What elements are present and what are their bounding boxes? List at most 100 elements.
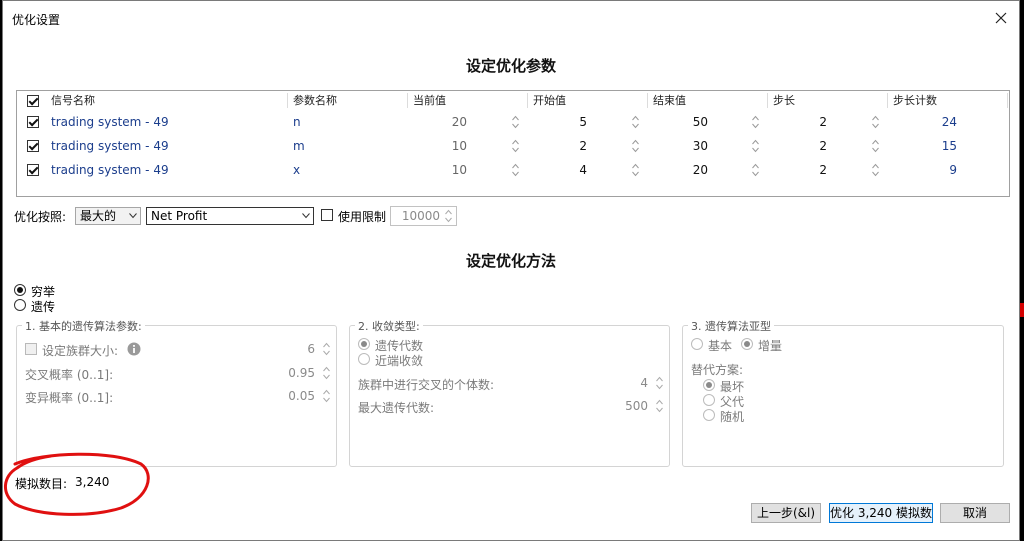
- end-spinner-icon[interactable]: [751, 138, 760, 154]
- convergence-generations-radio[interactable]: [358, 338, 370, 350]
- convergence-near-radio[interactable]: [358, 353, 370, 365]
- chevron-down-icon: [129, 213, 137, 219]
- start-value[interactable]: 2: [533, 138, 587, 154]
- signal-name: trading system - 49: [51, 115, 169, 129]
- red-annotation-circle: [4, 452, 150, 516]
- method-genetic-label: 遗传: [31, 300, 56, 314]
- optimization-settings-dialog: 优化设置 设定优化参数 信号名称 参数名称 当前值 开始值 结束值 步长 步长计…: [2, 0, 1020, 541]
- start-spinner-icon[interactable]: [631, 114, 640, 130]
- subtype-basic-radio[interactable]: [691, 338, 703, 350]
- step-spinner-icon[interactable]: [871, 114, 880, 130]
- crossover-individuals-spinner-icon[interactable]: [655, 375, 664, 391]
- step-count-value: 24: [941, 115, 957, 129]
- window-title: 优化设置: [12, 13, 61, 27]
- back-button[interactable]: 上一步(&l): [751, 503, 821, 523]
- direction-value: 最大的: [80, 209, 117, 223]
- step-value[interactable]: 2: [773, 162, 827, 178]
- current-value: 10: [451, 163, 467, 177]
- method-exhaustive-radio[interactable]: [14, 284, 26, 296]
- col-header-current: 当前值: [413, 94, 446, 107]
- replace-parent-radio[interactable]: [703, 394, 715, 406]
- end-spinner-icon[interactable]: [751, 114, 760, 130]
- current-spinner-icon[interactable]: [511, 114, 520, 130]
- run-optimization-button[interactable]: 优化 3,240 模拟数: [829, 503, 933, 523]
- group-title: 3. 遗传算法亚型: [688, 318, 774, 334]
- replacement-label: 替代方案:: [691, 363, 744, 377]
- max-generations-value[interactable]: 500: [600, 399, 648, 413]
- step-spinner-icon[interactable]: [871, 162, 880, 178]
- genetic-subtype-group: 3. 遗传算法亚型 基本 增量 替代方案: 最坏 父代 随机: [682, 318, 1004, 467]
- replace-random-label: 随机: [720, 410, 745, 424]
- select-all-checkbox[interactable]: [27, 95, 39, 107]
- subtype-incremental-radio[interactable]: [741, 338, 753, 350]
- title-bar: 优化设置: [3, 1, 1019, 35]
- section-heading-params: 设定优化参数: [465, 57, 556, 75]
- end-value[interactable]: 50: [653, 114, 708, 130]
- param-name: x: [293, 163, 301, 177]
- col-header-step-count: 步长计数: [893, 94, 937, 107]
- row-checkbox[interactable]: [27, 140, 39, 152]
- replace-worst-radio[interactable]: [703, 379, 715, 391]
- start-spinner-icon[interactable]: [631, 162, 640, 178]
- subtype-incremental-label: 增量: [758, 339, 783, 353]
- col-header-end: 结束值: [653, 94, 686, 107]
- population-checkbox[interactable]: [25, 343, 37, 355]
- group-title: 1. 基本的遗传算法参数:: [22, 318, 145, 334]
- method-genetic-radio[interactable]: [14, 299, 26, 311]
- convergence-near-label: 近端收敛: [375, 354, 424, 368]
- group-title: 2. 收敛类型:: [355, 318, 423, 334]
- crossover-label: 交叉概率 (0..1]:: [25, 368, 114, 382]
- current-spinner-icon[interactable]: [511, 138, 520, 154]
- row-checkbox[interactable]: [27, 164, 39, 176]
- start-value[interactable]: 4: [533, 162, 587, 178]
- limit-spinner-icon[interactable]: [444, 208, 453, 224]
- population-label: 设定族群大小:: [42, 344, 119, 358]
- step-value[interactable]: 2: [773, 114, 827, 130]
- chevron-down-icon: [302, 213, 310, 219]
- param-name: n: [293, 115, 301, 129]
- population-spinner-icon[interactable]: [322, 341, 331, 357]
- signal-name: trading system - 49: [51, 139, 169, 153]
- current-value: 20: [451, 115, 467, 129]
- end-value[interactable]: 20: [653, 162, 708, 178]
- convergence-group: 2. 收敛类型: 遗传代数 近端收敛 族群中进行交叉的个体数: 4 最大遗传代数…: [349, 318, 670, 467]
- subtype-basic-label: 基本: [708, 339, 733, 353]
- parameter-grid: 信号名称 参数名称 当前值 开始值 结束值 步长 步长计数 trading sy…: [16, 90, 1010, 197]
- mutation-value[interactable]: 0.05: [267, 389, 315, 403]
- col-header-step: 步长: [773, 94, 795, 107]
- optimize-by-label: 优化按照:: [14, 210, 67, 224]
- metric-select[interactable]: Net Profit: [146, 207, 314, 225]
- param-name: m: [293, 139, 305, 153]
- start-spinner-icon[interactable]: [631, 138, 640, 154]
- section-heading-method: 设定优化方法: [465, 252, 556, 270]
- col-header-start: 开始值: [533, 94, 566, 107]
- metric-value: Net Profit: [151, 209, 208, 223]
- step-value[interactable]: 2: [773, 138, 827, 154]
- current-value: 10: [451, 139, 467, 153]
- max-generations-spinner-icon[interactable]: [655, 398, 664, 414]
- step-spinner-icon[interactable]: [871, 138, 880, 154]
- current-spinner-icon[interactable]: [511, 162, 520, 178]
- end-spinner-icon[interactable]: [751, 162, 760, 178]
- start-value[interactable]: 5: [533, 114, 587, 130]
- crossover-value[interactable]: 0.95: [267, 366, 315, 380]
- population-value[interactable]: 6: [267, 342, 315, 356]
- direction-select[interactable]: 最大的: [75, 207, 141, 225]
- info-icon: [127, 342, 141, 359]
- close-icon[interactable]: [989, 6, 1013, 30]
- cancel-button[interactable]: 取消: [940, 503, 1010, 523]
- use-limit-label: 使用限制: [338, 210, 387, 224]
- replace-random-radio[interactable]: [703, 409, 715, 421]
- use-limit-checkbox[interactable]: [321, 209, 333, 221]
- edge-marker: [1020, 303, 1024, 317]
- col-header-param: 参数名称: [293, 94, 337, 107]
- step-count-value: 15: [941, 139, 957, 153]
- crossover-individuals-label: 族群中进行交叉的个体数:: [358, 378, 495, 392]
- crossover-individuals-value[interactable]: 4: [600, 376, 648, 390]
- max-generations-label: 最大遗传代数:: [358, 401, 435, 415]
- mutation-spinner-icon[interactable]: [322, 388, 331, 404]
- end-value[interactable]: 30: [653, 138, 708, 154]
- signal-name: trading system - 49: [51, 163, 169, 177]
- row-checkbox[interactable]: [27, 116, 39, 128]
- crossover-spinner-icon[interactable]: [322, 365, 331, 381]
